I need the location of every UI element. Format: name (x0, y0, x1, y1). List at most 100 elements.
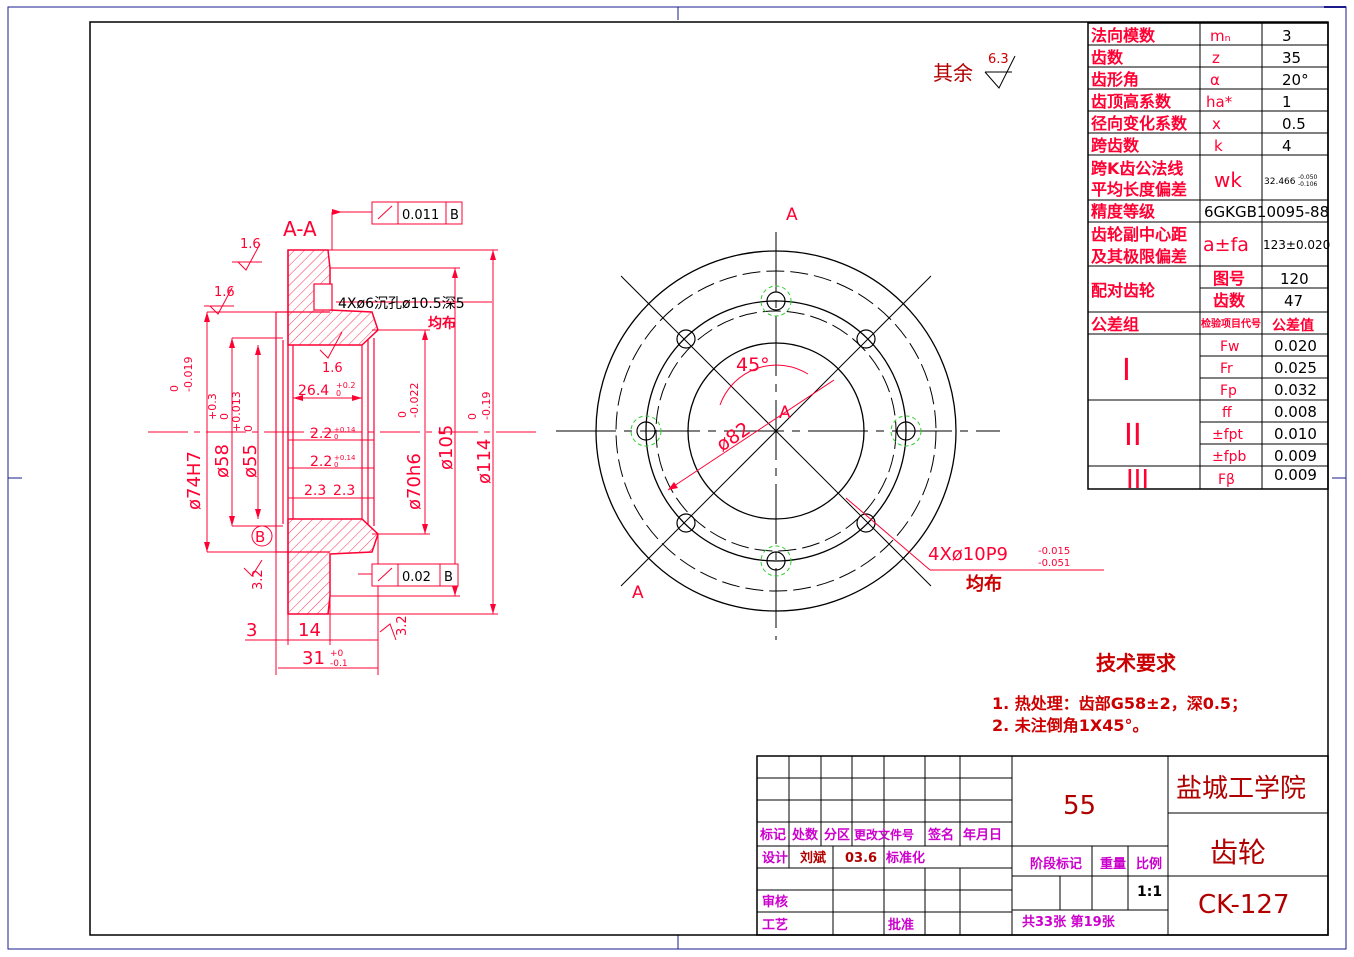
row-value: 35 (1282, 49, 1301, 67)
header-label: 更改文件号 (854, 827, 914, 842)
row-symbol: mₙ (1210, 27, 1231, 45)
wk-value: 32.466 (1264, 177, 1296, 187)
row-name: 径向变化系数 (1091, 114, 1188, 133)
dim-26: 26.4 (298, 383, 329, 399)
row-value: 3 (1282, 27, 1292, 45)
svg-text:B: B (444, 570, 453, 585)
param-table: 法向模数 齿数 齿形角 齿顶高系数 径向变化系数 跨齿数 跨K齿公法线 平均长度… (1087, 22, 1330, 495)
tolerance-frame-bottom: 0.02 B (371, 563, 459, 587)
tol-value: 0.009 (1274, 447, 1317, 465)
dim-d55: ø55 (240, 444, 261, 478)
design-label: 设计 (762, 850, 788, 866)
header-label: 标记 (759, 827, 786, 843)
mating-teeth-value: 47 (1284, 292, 1303, 310)
header-label: 分区 (824, 827, 850, 843)
svg-text:0.02: 0.02 (402, 570, 431, 585)
tol-code: Fw (1220, 339, 1240, 355)
wk-name-1: 跨K齿公法线 (1091, 159, 1183, 178)
mating-teeth-label: 齿数 (1213, 291, 1246, 310)
row-name: 跨齿数 (1091, 136, 1140, 155)
dia-82-label: ø82 (712, 418, 754, 456)
tol-code: Fβ (1218, 472, 1235, 488)
school-name: 盐城工学院 (1176, 774, 1306, 804)
row-name: 齿顶高系数 (1091, 92, 1172, 111)
tol-value: 0.020 (1274, 337, 1317, 355)
header-label: 签名 (927, 827, 954, 843)
tol-value: 0.008 (1274, 403, 1317, 421)
accuracy-name: 精度等级 (1091, 202, 1156, 221)
value-header: 公差值 (1272, 317, 1314, 334)
process-label: 工艺 (762, 917, 788, 933)
svg-text:-0.019: -0.019 (182, 357, 195, 392)
svg-text:0: 0 (168, 385, 181, 392)
row-symbol: ha* (1206, 93, 1233, 111)
header-label: 年月日 (963, 827, 1002, 843)
dim-d58: ø58 (212, 444, 233, 478)
approve-label: 批准 (888, 917, 914, 933)
dim-14: 14 (298, 620, 321, 641)
tol-value: 0.010 (1274, 425, 1317, 443)
row-value: 1 (1282, 93, 1292, 111)
mating-name: 配对齿轮 (1091, 281, 1155, 300)
svg-text:B: B (255, 528, 265, 546)
row-symbol: α (1210, 71, 1220, 89)
section-title: A-A (283, 217, 317, 241)
dim-d105: ø105 (436, 425, 457, 470)
tech-item: 2. 未注倒角1X45°。 (992, 716, 1149, 735)
center-label: A (779, 403, 791, 423)
svg-text:6.3: 6.3 (988, 52, 1009, 67)
dim-23a: 2.3 (304, 483, 326, 499)
header-label: 处数 (791, 827, 819, 843)
stage-label: 阶段标记 (1030, 856, 1082, 872)
svg-text:1.6: 1.6 (214, 285, 235, 300)
svg-text:-0.022: -0.022 (408, 383, 421, 418)
tol-code: Fr (1220, 361, 1233, 377)
svg-text:-0.015: -0.015 (1038, 546, 1070, 557)
svg-text:0.011: 0.011 (402, 208, 439, 223)
accuracy-value: 6GKGB10095-88 (1204, 203, 1329, 221)
code-header: 检验项目代号 (1201, 317, 1261, 330)
row-symbol: k (1214, 137, 1223, 155)
dim-31: 31 (302, 648, 325, 669)
svg-text:-0.1: -0.1 (330, 659, 348, 669)
hole-note-2: 均布 (428, 315, 456, 332)
svg-text:B: B (450, 208, 459, 223)
svg-text:其余: 其余 (933, 61, 973, 85)
svg-text:-0.051: -0.051 (1038, 558, 1070, 569)
dim-d114: ø114 (474, 439, 495, 484)
svg-text:0: 0 (466, 413, 479, 420)
dim-23b: 2.3 (333, 483, 355, 499)
tol-code: Fp (1220, 383, 1237, 399)
hole-note: 4Xø6沉孔ø10.5深5 (338, 296, 465, 312)
drawing-sheet: 其余 6.3 法向模数 齿数 齿形角 齿顶高系数 径向变化系数 跨齿数 跨K齿公… (7, 6, 1347, 950)
scale-label: 比例 (1136, 856, 1162, 872)
cut-label-top: A (786, 205, 798, 225)
tol-value: 0.032 (1274, 381, 1317, 399)
sheets: 共33张 第19张 (1022, 914, 1116, 930)
dim-3: 3 (246, 620, 257, 641)
svg-text:3.2: 3.2 (395, 615, 410, 636)
wk-dev-lower: -0.106 (1298, 181, 1318, 188)
svg-text:1.6: 1.6 (240, 237, 261, 252)
hole-p9-note: 4Xø10P9 (928, 544, 1008, 565)
dim-22b: 2.2 (310, 454, 332, 470)
hole-p9-note-2: 均布 (966, 573, 1002, 595)
title-block: 标记 处数 分区 更改文件号 签名 年月日 设计 标准化 审核 工艺 批准 阶段… (756, 755, 1329, 936)
tol-value: 0.009 (1274, 466, 1317, 484)
row-name: 齿形角 (1091, 70, 1139, 89)
row-symbol: x (1212, 115, 1221, 133)
group-roman: II (1124, 418, 1142, 453)
tol-code: ±fpt (1212, 427, 1244, 443)
tech-item: 1. 热处理：齿部G58±2，深0.5； (992, 694, 1247, 713)
angle-label: 45° (736, 354, 770, 376)
standard-label: 标准化 (885, 850, 925, 866)
dim-d74: ø74H7 (184, 451, 205, 510)
group-header: 公差组 (1091, 315, 1139, 334)
row-symbol: z (1212, 49, 1220, 67)
drawing-number: CK-127 (1198, 890, 1289, 920)
svg-text:-0.19: -0.19 (480, 392, 493, 420)
tol-code: ±fpb (1212, 449, 1247, 465)
mating-drawing-label: 图号 (1213, 269, 1245, 288)
dim-d70: ø70h6 (404, 453, 425, 510)
mating-drawing-value: 120 (1280, 270, 1309, 288)
